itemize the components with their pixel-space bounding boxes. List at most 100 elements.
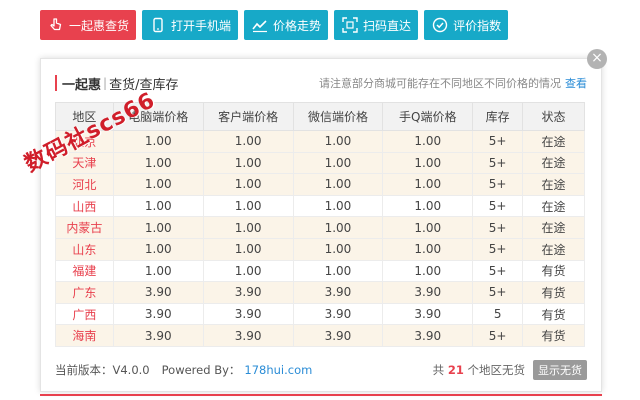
- qq-price-cell: 1.00: [382, 151, 474, 175]
- show-unavailable-button[interactable]: 显示无货: [533, 360, 587, 380]
- stock-cell: 5+: [472, 324, 524, 347]
- close-icon[interactable]: ×: [587, 49, 607, 69]
- client-price-cell: 1.00: [202, 259, 294, 283]
- wechat-price-cell: 1.00: [292, 130, 384, 153]
- wechat-price-cell: 3.90: [292, 324, 384, 347]
- client-price-cell: 1.00: [202, 151, 294, 175]
- price-trend-button[interactable]: 价格走势: [244, 10, 329, 40]
- wechat-price-cell: 1.00: [292, 173, 384, 196]
- pc-price-cell: 3.90: [112, 324, 204, 347]
- bottom-accent-line: [40, 394, 602, 396]
- status-cell: 在途: [522, 194, 585, 218]
- qq-price-cell: 3.90: [382, 302, 474, 326]
- qq-price-cell: 1.00: [382, 130, 474, 153]
- region-stock-table: 地区 电脑端价格 客户端价格 微信端价格 手Q端价格 库存 状态 北京 1.00…: [55, 102, 585, 347]
- status-cell: 在途: [522, 216, 585, 239]
- version-text: 当前版本：V4.0.0: [55, 363, 150, 377]
- wechat-price-cell: 1.00: [292, 216, 384, 239]
- stock-cell: 5+: [472, 216, 524, 239]
- region-cell[interactable]: 山西: [55, 194, 114, 218]
- qq-price-cell: 1.00: [382, 216, 474, 239]
- pc-price-cell: 1.00: [112, 151, 204, 175]
- hand-pointer-icon: [47, 16, 65, 34]
- region-cell[interactable]: 广西: [55, 302, 114, 326]
- pc-price-cell: 1.00: [112, 216, 204, 239]
- scan-code-button[interactable]: 扫码直达: [334, 10, 419, 40]
- qq-price-cell: 3.90: [382, 324, 474, 347]
- pc-price-cell: 1.00: [112, 237, 204, 261]
- stock-cell: 5: [472, 302, 524, 326]
- wechat-price-cell: 3.90: [292, 302, 384, 326]
- status-cell: 在途: [522, 237, 585, 261]
- region-cell[interactable]: 广东: [55, 281, 114, 304]
- check-circle-icon: [431, 16, 449, 34]
- pc-price-cell: 1.00: [112, 130, 204, 153]
- table-row: 山西 1.00 1.00 1.00 1.00 5+ 在途: [55, 194, 585, 218]
- table-row: 广西 3.90 3.90 3.90 3.90 5 有货: [55, 302, 585, 326]
- table-row: 河北 1.00 1.00 1.00 1.00 5+ 在途: [55, 173, 585, 196]
- view-link[interactable]: 查看: [565, 75, 587, 91]
- status-cell: 在途: [522, 130, 585, 153]
- client-price-cell: 1.00: [202, 194, 294, 218]
- pc-price-cell: 1.00: [112, 259, 204, 283]
- scan-code-label: 扫码直达: [363, 18, 412, 33]
- unavailable-count-text: 共 21 个地区无货: [433, 362, 525, 378]
- region-cell[interactable]: 海南: [55, 324, 114, 347]
- open-mobile-button[interactable]: 打开手机端: [142, 10, 239, 40]
- powered-by-text: Powered By：: [161, 363, 241, 377]
- qq-price-cell: 1.00: [382, 259, 474, 283]
- region-cell[interactable]: 山东: [55, 237, 114, 261]
- wechat-price-cell: 1.00: [292, 259, 384, 283]
- toolbar: 一起惠查货 打开手机端 价格走势 扫码直达 评价指数: [40, 10, 509, 40]
- wechat-price-cell: 1.00: [292, 237, 384, 261]
- stock-cell: 5+: [472, 281, 524, 304]
- wechat-price-cell: 1.00: [292, 194, 384, 218]
- table-row: 海南 3.90 3.90 3.90 3.90 5+ 有货: [55, 324, 585, 347]
- panel-footer: 当前版本：V4.0.0 Powered By： 178hui.com 共 21 …: [55, 360, 587, 380]
- check-stock-button[interactable]: 一起惠查货: [40, 10, 137, 40]
- table-row: 北京 1.00 1.00 1.00 1.00 5+ 在途: [55, 130, 585, 153]
- table-body: 北京 1.00 1.00 1.00 1.00 5+ 在途 天津 1.00 1.0…: [55, 130, 585, 347]
- price-trend-label: 价格走势: [273, 18, 322, 33]
- status-cell: 有货: [522, 281, 585, 304]
- col-stock: 库存: [472, 102, 524, 131]
- region-cell[interactable]: 内蒙古: [55, 216, 114, 239]
- wechat-price-cell: 1.00: [292, 151, 384, 175]
- rating-index-label: 评价指数: [453, 18, 502, 33]
- site-link[interactable]: 178hui.com: [244, 363, 312, 377]
- region-cell[interactable]: 福建: [55, 259, 114, 283]
- stock-cell: 5+: [472, 259, 524, 283]
- pc-price-cell: 3.90: [112, 302, 204, 326]
- stock-cell: 5+: [472, 130, 524, 153]
- col-wechat-price: 微信端价格: [292, 102, 384, 131]
- status-cell: 有货: [522, 259, 585, 283]
- count-suffix: 个地区无货: [467, 363, 526, 377]
- status-cell: 有货: [522, 302, 585, 326]
- panel-title: 一起惠: [62, 77, 102, 93]
- pc-price-cell: 1.00: [112, 194, 204, 218]
- status-cell: 在途: [522, 151, 585, 175]
- stock-cell: 5+: [472, 173, 524, 196]
- rating-index-button[interactable]: 评价指数: [424, 10, 509, 40]
- header-accent-bar: [55, 75, 57, 91]
- table-row: 广东 3.90 3.90 3.90 3.90 5+ 有货: [55, 281, 585, 304]
- col-qq-price: 手Q端价格: [382, 102, 474, 131]
- check-stock-label: 一起惠查货: [69, 18, 130, 33]
- client-price-cell: 3.90: [202, 302, 294, 326]
- client-price-cell: 1.00: [202, 237, 294, 261]
- client-price-cell: 1.00: [202, 130, 294, 153]
- client-price-cell: 3.90: [202, 281, 294, 304]
- region-cell[interactable]: 河北: [55, 173, 114, 196]
- stock-cell: 5+: [472, 194, 524, 218]
- title-separator: |: [103, 76, 108, 90]
- qq-price-cell: 1.00: [382, 237, 474, 261]
- col-client-price: 客户端价格: [202, 102, 294, 131]
- qq-price-cell: 1.00: [382, 173, 474, 196]
- qq-price-cell: 1.00: [382, 194, 474, 218]
- unavailable-count: 21: [447, 363, 464, 377]
- stock-cell: 5+: [472, 237, 524, 261]
- count-prefix: 共: [432, 363, 445, 377]
- qr-scan-icon: [341, 16, 359, 34]
- qq-price-cell: 3.90: [382, 281, 474, 304]
- status-cell: 有货: [522, 324, 585, 347]
